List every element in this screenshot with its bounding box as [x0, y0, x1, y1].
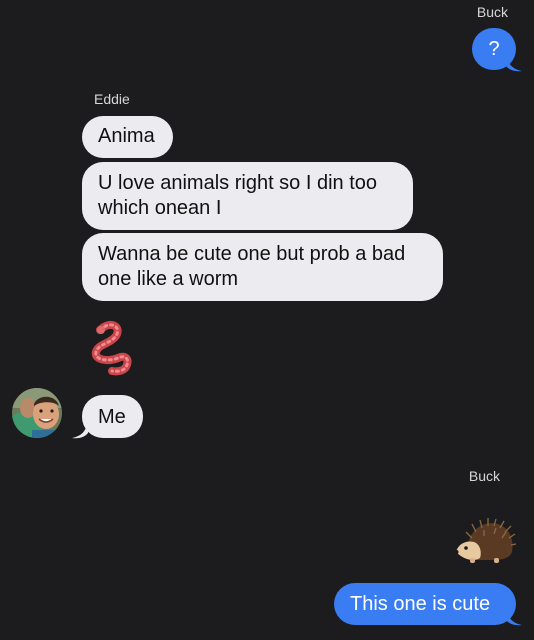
- message-text-line: one like a worm: [98, 268, 239, 290]
- message-bubble-incoming[interactable]: Me: [82, 395, 143, 438]
- bubble-tail: [72, 421, 88, 439]
- sender-name-eddie: Eddie: [94, 91, 130, 107]
- bubble-tail: [506, 54, 522, 72]
- sender-name-buck: Buck: [476, 4, 508, 20]
- avatar[interactable]: [12, 388, 62, 438]
- message-text: This one is cute: [350, 593, 491, 615]
- hedgehog-icon[interactable]: [454, 518, 516, 564]
- message-text: ?: [488, 38, 500, 60]
- message-text: Anima: [98, 125, 155, 147]
- message-text-line: Wanna be cute one but prob a bad: [98, 243, 406, 265]
- message-bubble-incoming[interactable]: U love animals right so I din too which …: [82, 162, 413, 230]
- message-text-line: U love animals right so I din too: [98, 172, 378, 194]
- message-text-line: which onean I: [98, 197, 222, 219]
- bubble-tail: [506, 608, 522, 626]
- message-bubble-incoming[interactable]: Wanna be cute one but prob a bad one lik…: [82, 233, 443, 301]
- sender-name-buck: Buck: [468, 468, 500, 484]
- worm-icon[interactable]: [86, 320, 140, 376]
- message-bubble-outgoing[interactable]: This one is cute: [334, 583, 516, 625]
- message-text: Me: [98, 406, 126, 428]
- message-bubble-incoming[interactable]: Anima: [82, 116, 173, 158]
